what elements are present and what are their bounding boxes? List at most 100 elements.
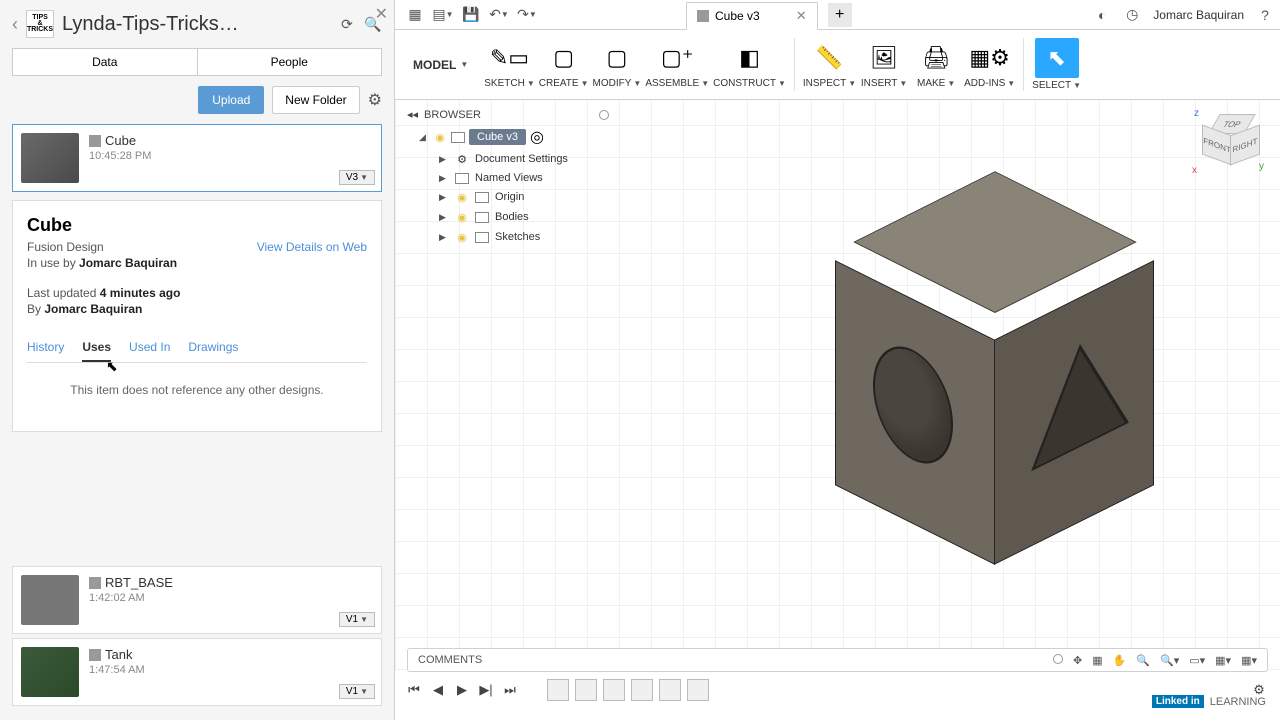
panel-tabs: Data People [12, 48, 382, 76]
undo-icon[interactable]: ↶▼ [490, 6, 508, 24]
timeline-feature[interactable] [631, 679, 653, 701]
ribbon-modify[interactable]: ▢ MODIFY▼ [591, 30, 644, 99]
timeline-start-icon[interactable]: ⏮ [405, 681, 423, 699]
job-status-icon[interactable]: ◷ [1123, 6, 1141, 24]
sketch-icon: ✎▭ [486, 40, 534, 76]
timeline-feature[interactable] [575, 679, 597, 701]
tab-history[interactable]: History [27, 334, 64, 362]
bulb-icon[interactable]: ◉ [455, 210, 469, 224]
folder-icon [475, 192, 489, 203]
version-badge[interactable]: V3▼ [339, 170, 375, 185]
ribbon-inspect[interactable]: 📏 INSPECT▼ [801, 30, 858, 99]
tree-item-bodies[interactable]: ▶◉ Bodies [433, 207, 613, 227]
workspace-select[interactable]: MODEL▼ [399, 30, 482, 99]
tree-item-sketches[interactable]: ▶◉ Sketches [433, 227, 613, 247]
folder-icon [455, 173, 469, 184]
browser-root[interactable]: ◢ ◉ Cube v3 ◎ [413, 125, 613, 149]
ribbon-insert[interactable]: 🖼 INSERT▼ [858, 30, 910, 99]
tab-people[interactable]: People [197, 49, 382, 75]
bulb-icon[interactable]: ◉ [433, 130, 447, 144]
timeline-feature[interactable] [687, 679, 709, 701]
make-icon: 🖨 [912, 40, 960, 76]
file-icon[interactable]: ▤▼ [434, 6, 452, 24]
version-badge[interactable]: V1▼ [339, 684, 375, 699]
tree-item-origin[interactable]: ▶◉ Origin [433, 187, 613, 207]
ribbon-addins[interactable]: ▦⚙ ADD-INS▼ [962, 30, 1017, 99]
list-item[interactable]: Tank 1:47:54 AM V1▼ [12, 638, 382, 706]
tree-item-named-views[interactable]: ▶ Named Views [433, 169, 613, 187]
nav-fit-icon[interactable]: 🔍▾ [1160, 654, 1179, 667]
ribbon-create[interactable]: ▢ CREATE▼ [537, 30, 591, 99]
refresh-icon[interactable]: ⟳ [338, 15, 356, 33]
panel-actions: Upload New Folder ⚙ [0, 76, 394, 124]
detail-updated: Last updated 4 minutes ago [27, 286, 367, 300]
timeline-play-icon[interactable]: ▶ [453, 681, 471, 699]
timeline-next-icon[interactable]: ▶| [477, 681, 495, 699]
detail-card: Cube View Details on Web Fusion Design I… [12, 200, 382, 432]
apps-grid-icon[interactable]: ▦ [406, 6, 424, 24]
bulb-icon[interactable]: ◉ [455, 230, 469, 244]
document-tab[interactable]: Cube v3 ✕ [686, 2, 818, 30]
timeline-prev-icon[interactable]: ◀ [429, 681, 447, 699]
panel-header: ‹ TIPS&TRICKS Lynda-Tips-Tricks… ⟳ 🔍 [0, 0, 394, 48]
modify-icon: ▢ [593, 40, 641, 76]
folder-icon [475, 212, 489, 223]
list-item[interactable]: RBT_BASE 1:42:02 AM V1▼ [12, 566, 382, 634]
nav-zoom-icon[interactable]: 🔍 [1136, 654, 1150, 667]
item-name: Tank [105, 647, 132, 662]
new-tab-button[interactable]: + [828, 3, 852, 27]
comments-bar[interactable]: COMMENTS ✥ ▦ ✋ 🔍 🔍▾ ▭▾ ▦▾ ▦▾ [407, 648, 1268, 672]
grid-settings-icon[interactable]: ▦▾ [1215, 654, 1231, 667]
ribbon-construct[interactable]: ◧ CONSTRUCT▼ [711, 30, 788, 99]
ribbon-make[interactable]: 🖨 MAKE▼ [910, 30, 962, 99]
viewport-icon[interactable]: ▦▾ [1241, 654, 1257, 667]
item-thumbnail [21, 575, 79, 625]
user-name[interactable]: Jomarc Baquiran [1153, 8, 1244, 22]
ribbon-sketch[interactable]: ✎▭ SKETCH▼ [482, 30, 536, 99]
gear-icon[interactable]: ⚙ [368, 90, 382, 110]
ribbon-assemble[interactable]: ▢⁺ ASSEMBLE▼ [643, 30, 711, 99]
tree-item-doc-settings[interactable]: ▶⚙ Document Settings [433, 149, 613, 169]
browser-collapse-icon[interactable]: ◂◂ [407, 108, 418, 121]
nav-orbit-icon[interactable]: ✥ [1073, 654, 1082, 667]
timeline-feature[interactable] [547, 679, 569, 701]
addins-icon: ▦⚙ [966, 40, 1014, 76]
tab-data[interactable]: Data [13, 49, 197, 75]
version-badge[interactable]: V1▼ [339, 612, 375, 627]
new-folder-button[interactable]: New Folder [272, 86, 359, 114]
model-cube[interactable] [835, 200, 1155, 570]
learning-label: LEARNING [1210, 696, 1266, 708]
project-title: Lynda-Tips-Tricks… [62, 13, 330, 36]
close-tab-icon[interactable]: ✕ [796, 8, 807, 24]
timeline-feature[interactable] [603, 679, 625, 701]
redo-icon[interactable]: ↷▼ [518, 6, 536, 24]
bulb-icon[interactable]: ◉ [455, 190, 469, 204]
view-web-link[interactable]: View Details on Web [257, 240, 367, 254]
tab-drawings[interactable]: Drawings [188, 334, 238, 362]
tab-used-in[interactable]: Used In [129, 334, 170, 362]
component-icon [697, 10, 709, 22]
display-settings-icon[interactable]: ▭▾ [1189, 654, 1205, 667]
browser-pin-icon[interactable] [599, 110, 609, 120]
item-time: 10:45:28 PM [89, 150, 373, 162]
construct-icon: ◧ [726, 40, 774, 76]
main-area: MODEL▼ ✎▭ SKETCH▼ ▢ CREATE▼ ▢ MODIFY▼ ▢⁺… [395, 30, 1280, 720]
help-icon[interactable]: ? [1256, 6, 1274, 24]
ribbon-select[interactable]: ⬉ SELECT▼ [1030, 30, 1083, 99]
save-icon[interactable]: 💾 [462, 6, 480, 24]
component-icon [89, 577, 101, 589]
panel-close-icon[interactable]: ✕ [375, 4, 388, 24]
viewcube[interactable]: z TOP FRONT RIGHT yx [1194, 110, 1260, 176]
tab-uses[interactable]: Uses [82, 334, 111, 362]
upload-button[interactable]: Upload [198, 86, 264, 114]
selected-item-card[interactable]: Cube 10:45:28 PM V3▼ [12, 124, 382, 192]
back-arrow-icon[interactable]: ‹ [12, 14, 18, 35]
nav-look-icon[interactable]: ▦ [1092, 654, 1102, 667]
comments-pin-icon[interactable] [1053, 654, 1063, 664]
nav-pan-icon[interactable]: ✋ [1113, 654, 1127, 667]
timeline-feature[interactable] [659, 679, 681, 701]
timeline-end-icon[interactable]: ⏭ [501, 681, 519, 699]
extensions-icon[interactable]: ◐ [1093, 6, 1111, 24]
folder-icon [475, 232, 489, 243]
activate-icon[interactable]: ◎ [530, 127, 544, 147]
